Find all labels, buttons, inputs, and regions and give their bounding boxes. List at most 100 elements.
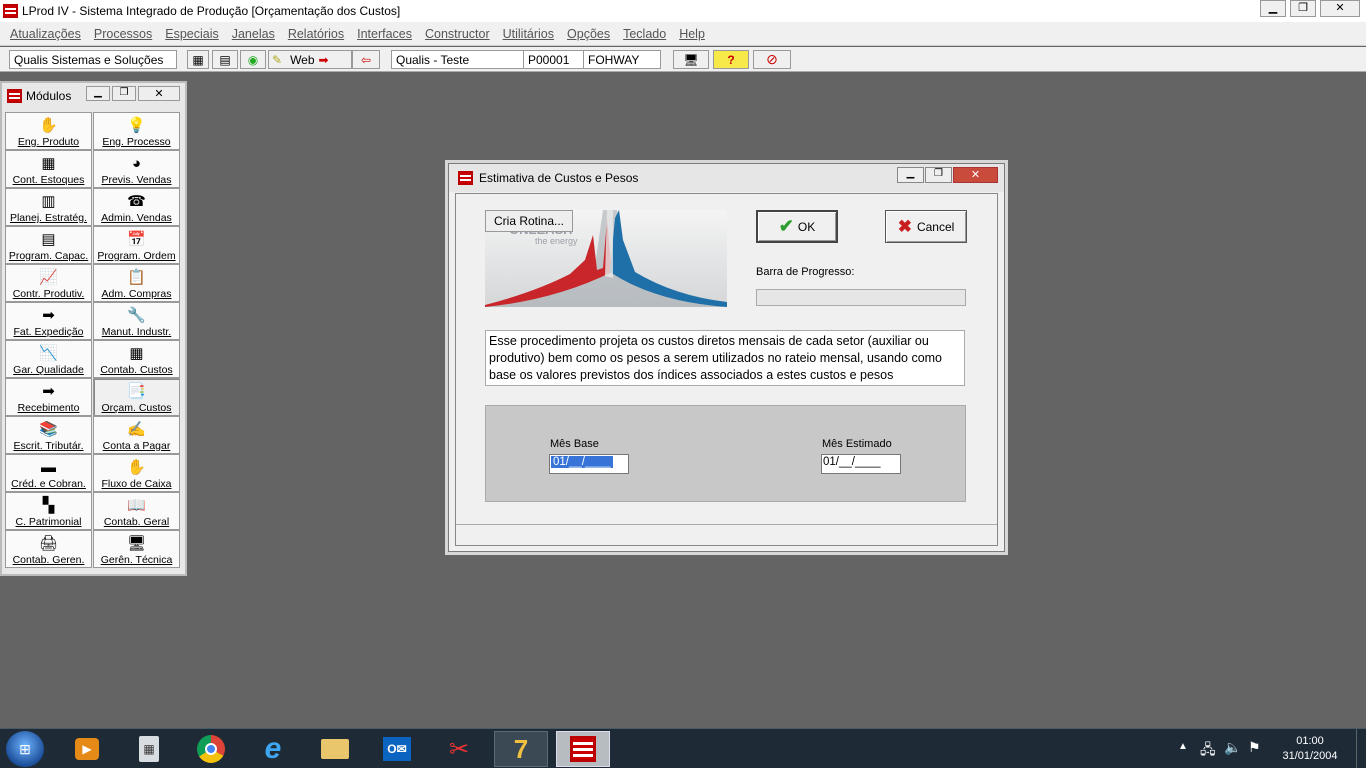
modules-panel: Módulos ▁ ❐ ✕ ✋ Eng. Produto 💡 Eng. Process… bbox=[0, 81, 187, 576]
module-button[interactable]: ➡ Fat. Expedição bbox=[5, 302, 92, 340]
menu-teclado[interactable]: Teclado bbox=[623, 27, 666, 41]
start-button[interactable]: ⊞ bbox=[6, 731, 44, 767]
module-label: Previs. Vendas bbox=[101, 174, 172, 186]
internet-explorer-icon[interactable]: e bbox=[246, 731, 300, 767]
mes-estimado-input[interactable]: 01/__/____ bbox=[821, 454, 901, 474]
module-button[interactable]: 📅 Program. Ordem bbox=[93, 226, 180, 264]
module-label: Orçam. Custos bbox=[101, 402, 172, 414]
menu-interfaces[interactable]: Interfaces bbox=[357, 27, 412, 41]
module-label: Planej. Estratég. bbox=[9, 212, 88, 224]
module-button[interactable]: 🖨 Contab. Geren. bbox=[5, 530, 92, 568]
menu-especiais[interactable]: Especiais bbox=[165, 27, 219, 41]
modules-header: Módulos ▁ ❐ ✕ bbox=[2, 83, 185, 109]
calculator-taskbar-icon[interactable]: ▦ bbox=[122, 731, 176, 767]
menu-janelas[interactable]: Janelas bbox=[232, 27, 275, 41]
module-button[interactable]: 📚 Escrit. Tributár. bbox=[5, 416, 92, 454]
module-button[interactable]: ▦ Contab. Custos bbox=[93, 340, 180, 378]
module-button[interactable]: ▥ Planej. Estratég. bbox=[5, 188, 92, 226]
show-desktop-button[interactable] bbox=[1356, 729, 1366, 768]
help-icon[interactable]: ? bbox=[713, 50, 749, 69]
module-icon: ✋ bbox=[39, 116, 58, 134]
module-button[interactable]: ☎ Admin. Vendas bbox=[93, 188, 180, 226]
module-icon: ▥ bbox=[41, 192, 56, 210]
globe-icon[interactable]: ◉ bbox=[240, 50, 266, 69]
lprod-taskbar-icon[interactable] bbox=[556, 731, 610, 767]
exit-icon[interactable]: ⇦ bbox=[352, 50, 380, 69]
module-label: Eng. Processo bbox=[102, 136, 171, 148]
menu-processos[interactable]: Processos bbox=[94, 27, 152, 41]
modules-title: Módulos bbox=[26, 89, 72, 103]
module-button[interactable]: ▦ Cont. Estoques bbox=[5, 150, 92, 188]
module-icon: ☎ bbox=[127, 192, 146, 210]
status-divider bbox=[456, 524, 997, 525]
module-label: Gerên. Técnica bbox=[100, 554, 173, 566]
clock[interactable]: 01:00 31/01/2004 bbox=[1270, 734, 1350, 764]
dialog-app-icon bbox=[458, 171, 473, 185]
cria-rotina-button[interactable]: Cria Rotina... bbox=[485, 210, 573, 232]
module-button[interactable]: 📑 Orçam. Custos bbox=[93, 378, 180, 416]
module-button[interactable]: 💡 Eng. Processo bbox=[93, 112, 180, 150]
module-button[interactable]: ▬ Créd. e Cobran. bbox=[5, 454, 92, 492]
chrome-icon[interactable] bbox=[184, 731, 238, 767]
module-button[interactable]: 📈 Contr. Produtiv. bbox=[5, 264, 92, 302]
module-button[interactable]: 📖 Contab. Geral bbox=[93, 492, 180, 530]
ok-button[interactable]: ✔ OK bbox=[756, 210, 838, 243]
module-button[interactable]: 📋 Adm. Compras bbox=[93, 264, 180, 302]
menu-help[interactable]: Help bbox=[679, 27, 705, 41]
menu-opcoes[interactable]: Opções bbox=[567, 27, 610, 41]
volume-icon[interactable]: 🔈 bbox=[1224, 739, 1241, 756]
app-7-icon[interactable]: 7 bbox=[494, 731, 548, 767]
module-button[interactable]: ▚ C. Patrimonial bbox=[5, 492, 92, 530]
network-icon[interactable]: 🖧 bbox=[1200, 739, 1216, 763]
module-label: Contab. Custos bbox=[100, 364, 173, 376]
modules-minimize-button[interactable]: ▁ bbox=[86, 86, 110, 101]
tray-expand-icon[interactable]: ▲ bbox=[1178, 741, 1188, 752]
dialog-minimize-button[interactable]: ▁ bbox=[897, 167, 924, 183]
modules-maximize-button[interactable]: ❐ bbox=[112, 86, 136, 101]
module-button[interactable]: ✋ Eng. Produto bbox=[5, 112, 92, 150]
module-button[interactable]: ✍ Conta a Pagar bbox=[93, 416, 180, 454]
menu-atualizacoes[interactable]: Atualizações bbox=[10, 27, 81, 41]
module-icon: ▬ bbox=[41, 458, 56, 476]
mes-base-input[interactable]: 01/__/____ bbox=[549, 454, 629, 474]
module-icon: 📚 bbox=[39, 420, 58, 438]
module-button[interactable]: ➡ Recebimento bbox=[5, 378, 92, 416]
action-center-icon[interactable]: ⚑ bbox=[1248, 739, 1261, 756]
x-icon: ✖ bbox=[897, 216, 912, 236]
module-button[interactable]: ◕ Previs. Vendas bbox=[93, 150, 180, 188]
dialog-maximize-button[interactable]: ❐ bbox=[925, 167, 952, 183]
module-label: Créd. e Cobran. bbox=[11, 478, 86, 490]
arrow-right-icon: ➡ bbox=[318, 52, 329, 67]
module-icon: 📋 bbox=[127, 268, 146, 286]
dialog-close-button[interactable]: ✕ bbox=[953, 167, 998, 183]
cancel-button[interactable]: ✖ Cancel bbox=[885, 210, 967, 243]
close-button[interactable]: ✕ bbox=[1320, 0, 1360, 17]
menu-utilitarios[interactable]: Utilitários bbox=[503, 27, 554, 41]
outlook-icon[interactable]: O✉ bbox=[370, 731, 424, 767]
module-label: C. Patrimonial bbox=[15, 516, 82, 528]
app-title-bar: LProd IV - Sistema Integrado de Produção… bbox=[0, 0, 1366, 22]
module-label: Contab. Geral bbox=[103, 516, 170, 528]
minimize-button[interactable]: ▁ bbox=[1260, 0, 1286, 17]
file-explorer-icon[interactable] bbox=[308, 731, 362, 767]
module-icon: 📅 bbox=[127, 230, 146, 248]
calendar-icon[interactable]: ▤ bbox=[212, 50, 238, 69]
monitor-icon[interactable]: 🖥 bbox=[673, 50, 709, 69]
module-button[interactable]: ▤ Program. Capac. bbox=[5, 226, 92, 264]
module-button[interactable]: 🖥 Gerên. Técnica bbox=[93, 530, 180, 568]
module-label: Cont. Estoques bbox=[12, 174, 85, 186]
module-label: Gar. Qualidade bbox=[13, 364, 84, 376]
quit-icon[interactable]: ⊘ bbox=[753, 50, 791, 69]
menu-constructor[interactable]: Constructor bbox=[425, 27, 490, 41]
maximize-button[interactable]: ❐ bbox=[1290, 0, 1316, 17]
module-icon: ◕ bbox=[131, 154, 142, 172]
web-button[interactable]: ✎ Web ➡ bbox=[268, 50, 352, 69]
calculator-icon[interactable]: ▦ bbox=[187, 50, 209, 69]
module-button[interactable]: 📉 Gar. Qualidade bbox=[5, 340, 92, 378]
modules-close-button[interactable]: ✕ bbox=[138, 86, 180, 101]
snipping-tool-icon[interactable]: ✂ bbox=[432, 731, 486, 767]
menu-relatorios[interactable]: Relatórios bbox=[288, 27, 344, 41]
media-player-icon[interactable]: ▶ bbox=[60, 731, 114, 767]
module-button[interactable]: 🔧 Manut. Industr. bbox=[93, 302, 180, 340]
module-button[interactable]: ✋ Fluxo de Caixa bbox=[93, 454, 180, 492]
